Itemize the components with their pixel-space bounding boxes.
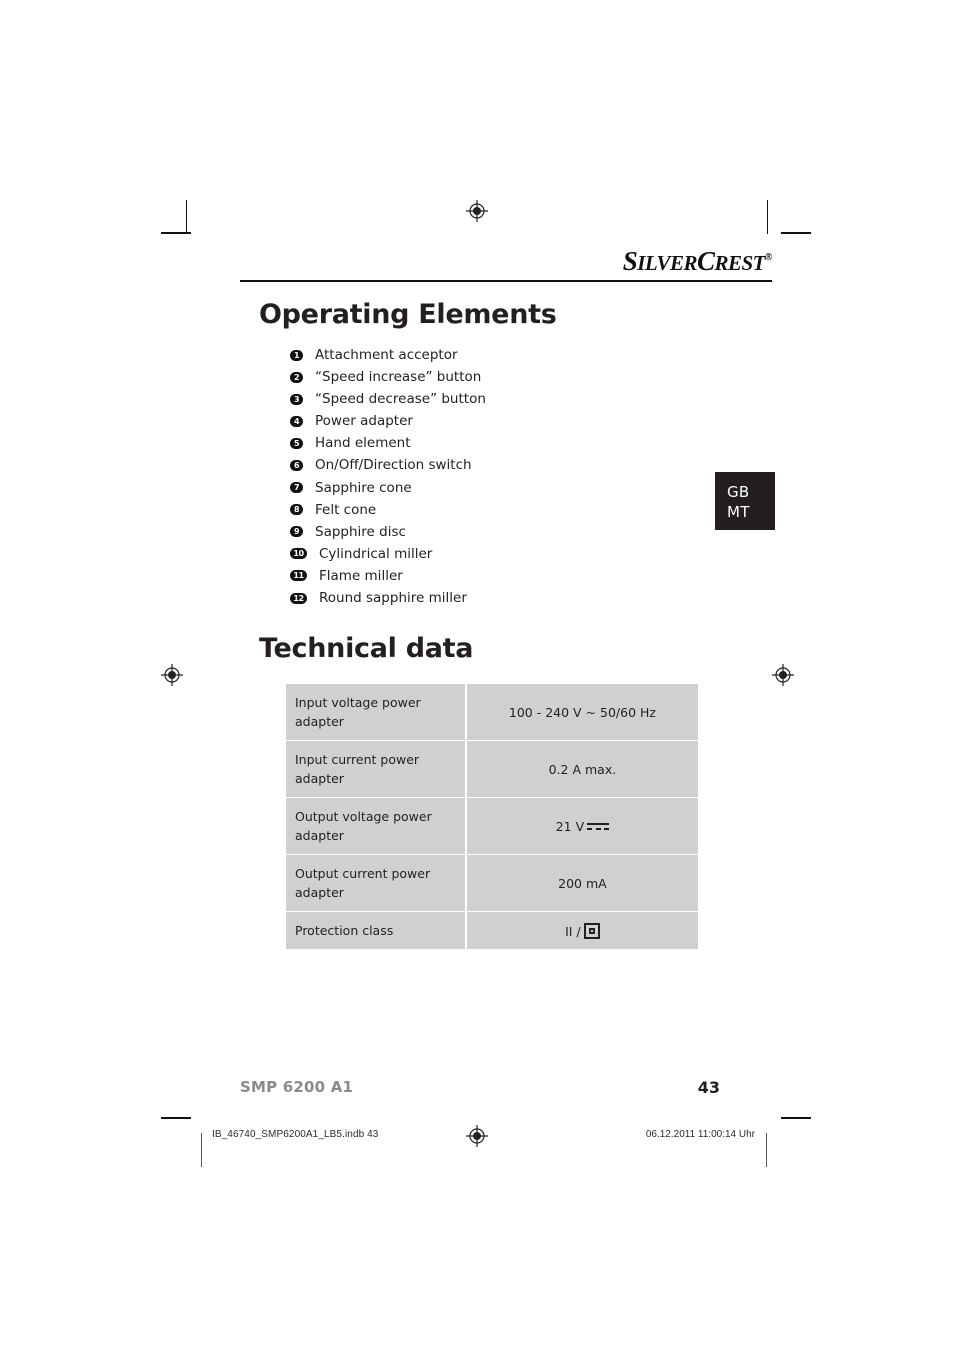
print-meta-rule-left — [201, 1133, 202, 1167]
footer-model-name: SMP 6200 A1 — [240, 1078, 354, 1096]
logo-text-crest: REST — [714, 251, 766, 275]
header-divider — [240, 280, 772, 282]
print-meta-filename: IB_46740_SMP6200A1_LB5.indb 43 — [212, 1129, 379, 1140]
crop-mark-top-left-horizontal — [161, 232, 191, 234]
item-label: “Speed decrease” button — [315, 391, 486, 408]
value-text: 200 mA — [558, 875, 607, 891]
page-title-technical-data: Technical data — [259, 633, 474, 664]
logo-text-lead: S — [622, 246, 638, 276]
protection-class-two-icon — [583, 922, 600, 939]
list-item: 5 Hand element — [290, 432, 710, 454]
table-cell-key: Protection class — [286, 912, 465, 949]
item-number-badge: 10 — [290, 548, 307, 560]
page-title-operating-elements: Operating Elements — [259, 299, 557, 330]
table-row: Output current power adapter 200 mA — [286, 855, 698, 911]
table-cell-key: Output voltage power adapter — [286, 798, 465, 854]
item-label: Sapphire cone — [315, 479, 412, 496]
item-label: “Speed increase” button — [315, 369, 482, 386]
table-cell-value: II / — [466, 912, 698, 949]
table-cell-key: Input current power adapter — [286, 741, 465, 797]
crop-mark-top-right-vertical — [767, 200, 768, 234]
item-label: Flame miller — [319, 567, 403, 584]
technical-data-table: Input voltage power adapter 100 - 240 V … — [284, 683, 700, 950]
list-item: 6 On/Off/Direction switch — [290, 454, 710, 476]
print-meta-rule-right — [766, 1133, 767, 1167]
logo-text-mid: C — [696, 246, 715, 276]
list-item: 8 Felt cone — [290, 499, 710, 521]
registration-mark-bottom-center — [466, 1125, 488, 1147]
crop-mark-bottom-right-horizontal — [781, 1117, 811, 1119]
table-row: Protection class II / — [286, 912, 698, 949]
crop-mark-bottom-left-horizontal — [161, 1117, 191, 1119]
item-number-badge: 9 — [290, 526, 303, 538]
footer-page-number: 43 — [697, 1078, 720, 1097]
crop-mark-top-right-horizontal — [781, 232, 811, 234]
table-cell-value: 200 mA — [466, 855, 698, 911]
value-text: II / — [565, 923, 581, 939]
operating-elements-list: 1 Attachment acceptor 2 “Speed increase”… — [290, 344, 710, 609]
value-text: 0.2 A max. — [548, 761, 617, 777]
table-row: Input voltage power adapter 100 - 240 V … — [286, 684, 698, 740]
list-item: 2 “Speed increase” button — [290, 366, 710, 388]
registration-mark-top-center — [466, 200, 488, 222]
item-number-badge: 3 — [290, 393, 303, 405]
item-number-badge: 6 — [290, 459, 303, 471]
logo-text-silver: ILVER — [637, 251, 697, 275]
item-number-badge: 1 — [290, 349, 303, 361]
value-text: 100 - 240 V ~ 50/60 Hz — [508, 704, 656, 720]
registration-mark-right — [772, 664, 794, 686]
registration-mark-left — [161, 664, 183, 686]
table-cell-key: Output current power adapter — [286, 855, 465, 911]
table-row: Input current power adapter 0.2 A max. — [286, 741, 698, 797]
registered-trademark-icon: ® — [765, 252, 772, 263]
item-label: Power adapter — [315, 413, 413, 430]
item-number-badge: 8 — [290, 504, 303, 516]
item-label: On/Off/Direction switch — [315, 457, 472, 474]
item-label: Felt cone — [315, 501, 377, 518]
table-cell-value: 0.2 A max. — [466, 741, 698, 797]
table-cell-value: 100 - 240 V ~ 50/60 Hz — [466, 684, 698, 740]
language-tab-line-gb: GB — [727, 483, 750, 501]
list-item: 7 Sapphire cone — [290, 477, 710, 499]
list-item: 11 Flame miller — [290, 565, 710, 587]
item-number-badge: 12 — [290, 592, 307, 604]
table-row: Output voltage power adapter 21 V — [286, 798, 698, 854]
list-item: 10 Cylindrical miller — [290, 543, 710, 565]
list-item: 4 Power adapter — [290, 410, 710, 432]
item-number-badge: 4 — [290, 415, 303, 427]
item-label: Cylindrical miller — [319, 545, 433, 562]
language-tab-line-mt: MT — [727, 503, 750, 521]
item-number-badge: 2 — [290, 371, 303, 383]
language-tab: GB MT — [715, 472, 775, 530]
item-number-badge: 11 — [290, 570, 307, 582]
item-label: Attachment acceptor — [315, 347, 458, 363]
item-label: Round sapphire miller — [319, 590, 467, 607]
table-cell-value: 21 V — [466, 798, 698, 854]
document-page: SILVERCREST® Operating Elements 1 Attach… — [0, 0, 954, 1350]
print-meta-timestamp: 06.12.2011 11:00:14 Uhr — [645, 1129, 755, 1140]
item-number-badge: 7 — [290, 482, 303, 494]
list-item: 12 Round sapphire miller — [290, 587, 710, 609]
direct-current-icon — [587, 821, 610, 832]
table-cell-key: Input voltage power adapter — [286, 684, 465, 740]
list-item: 1 Attachment acceptor — [290, 344, 710, 366]
value-text: 21 V — [555, 818, 585, 834]
item-label: Hand element — [315, 435, 411, 452]
item-number-badge: 5 — [290, 437, 303, 449]
list-item: 3 “Speed decrease” button — [290, 388, 710, 410]
crop-mark-top-left-vertical — [186, 200, 187, 234]
list-item: 9 Sapphire disc — [290, 521, 710, 543]
item-label: Sapphire disc — [315, 523, 406, 540]
brand-logo: SILVERCREST® — [240, 246, 773, 277]
